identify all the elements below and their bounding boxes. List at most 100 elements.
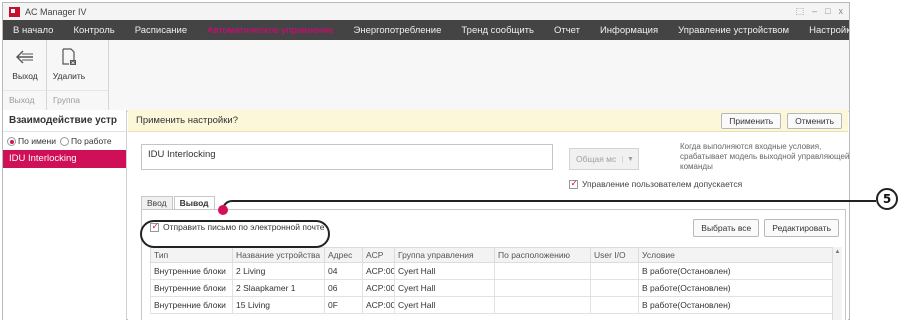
menu-auto-control[interactable]: Автоматическое управление [197, 25, 343, 36]
column-header[interactable]: Условие [638, 247, 833, 263]
column-header[interactable]: User I/O [590, 247, 639, 263]
table-cell: 15 Living [232, 296, 325, 314]
table-cell: Cyert Hall [394, 262, 495, 280]
list-item-idu-interlocking[interactable]: IDU Interlocking [3, 150, 126, 168]
radio-by-name[interactable]: По имени [7, 135, 56, 147]
title-bar: AC Manager IV ⬚ – □ x [3, 3, 849, 20]
menu-schedule[interactable]: Расписание [125, 25, 197, 36]
table-cell: ACP:00 [362, 262, 395, 280]
table-cell: Внутренние блоки [150, 279, 233, 297]
exit-button-label: Выход [12, 71, 38, 81]
delete-doc-icon [61, 45, 77, 69]
name-field[interactable]: IDU Interlocking [141, 144, 553, 170]
app-logo-icon [9, 6, 20, 17]
output-tab-panel: Отправить письмо по электронной почте Вы… [141, 209, 846, 320]
tab-input[interactable]: Ввод [141, 196, 173, 209]
menu-energy[interactable]: Энергопотребление [344, 25, 452, 36]
scroll-up-icon[interactable]: ▲ [833, 247, 842, 257]
table-cell: В работе(Остановлен) [638, 262, 833, 280]
select-all-button[interactable]: Выбрать все [693, 219, 760, 237]
delete-button-label: Удалить [52, 71, 86, 81]
main-panel: Применить настройки? Применить Отменить … [128, 110, 850, 320]
ribbon: Выход Выход Удалить Группа [3, 40, 849, 112]
sort-radio-group: По имени По работе [3, 132, 126, 150]
checkbox-checked-icon [569, 178, 578, 189]
table-cell: 2 Slaapkamer 1 [232, 279, 325, 297]
user-control-checkbox[interactable]: Управление пользователем допускается [569, 178, 743, 189]
app-title: AC Manager IV [25, 6, 87, 17]
close-icon[interactable]: x [839, 6, 844, 17]
table-cell: Cyert Hall [394, 296, 495, 314]
scope-select-value: Общая мс [576, 154, 617, 164]
chevron-down-icon: ▼ [622, 155, 638, 163]
minimize-icon[interactable]: – [812, 6, 817, 17]
menu-device-management[interactable]: Управление устройством [668, 25, 799, 36]
table-cell [590, 296, 639, 314]
table-cell [494, 262, 591, 280]
radio-empty-icon [59, 137, 69, 147]
table-header-row: Тип Название устройства Адрес ACP Группа… [150, 247, 833, 263]
apply-prompt: Применить настройки? [136, 115, 238, 126]
send-mail-label: Отправить письмо по электронной почте [163, 222, 325, 232]
exit-button[interactable]: Выход [7, 45, 43, 90]
delete-button[interactable]: Удалить [51, 45, 87, 90]
restore-icon[interactable]: ⬚ [796, 6, 805, 17]
arrow-left-icon [16, 45, 34, 69]
cancel-button[interactable]: Отменить [787, 112, 842, 129]
table-scrollbar[interactable]: ▲ [832, 247, 842, 320]
left-panel-title: Взаимодействие устр [3, 110, 126, 132]
table-cell [590, 262, 639, 280]
column-header[interactable]: Группа управления [394, 247, 495, 263]
ribbon-group-exit: Выход Выход [3, 40, 47, 111]
apply-bar: Применить настройки? Применить Отменить [128, 110, 848, 132]
menu-information[interactable]: Информация [590, 25, 668, 36]
radio-by-name-label: По имени [18, 135, 56, 146]
column-header[interactable]: Тип [150, 247, 233, 263]
ribbon-group-label: Группа [47, 90, 108, 108]
menu-report[interactable]: Отчет [544, 25, 590, 36]
table-cell: В работе(Остановлен) [638, 296, 833, 314]
table-cell: 06 [324, 279, 363, 297]
callout-number: 5 [876, 188, 898, 210]
menu-control[interactable]: Контроль [63, 25, 124, 36]
radio-selected-icon [7, 137, 16, 147]
menu-trend-report[interactable]: Тренд сообщить [451, 25, 544, 36]
column-header[interactable]: По расположению [494, 247, 591, 263]
table-cell: 04 [324, 262, 363, 280]
table-cell: ACP:00 [362, 296, 395, 314]
main-menu: В начало Контроль Расписание Автоматичес… [3, 20, 849, 40]
table-cell: В работе(Остановлен) [638, 279, 833, 297]
table-row[interactable]: Внутренние блоки 15 Living 0F ACP:00 Cye… [150, 296, 833, 314]
table-cell: Внутренние блоки [150, 296, 233, 314]
tab-output[interactable]: Вывод [173, 196, 215, 209]
checkbox-checked-icon [150, 221, 159, 232]
tab-strip: Ввод Вывод [141, 196, 216, 209]
left-panel: Взаимодействие устр По имени По работе I… [3, 110, 127, 320]
send-mail-checkbox[interactable]: Отправить письмо по электронной почте [150, 219, 324, 235]
device-table: Тип Название устройства Адрес ACP Группа… [150, 247, 833, 314]
scope-select[interactable]: Общая мс ▼ [569, 148, 639, 170]
table-cell [494, 279, 591, 297]
menu-settings[interactable]: Настройки [799, 25, 849, 36]
maximize-icon[interactable]: □ [825, 6, 830, 17]
help-text: Когда выполняются входные условия, сраба… [680, 142, 850, 171]
column-header[interactable]: Адрес [324, 247, 363, 263]
table-row[interactable]: Внутренние блоки 2 Slaapkamer 1 06 ACP:0… [150, 279, 833, 297]
radio-by-work[interactable]: По работе [59, 135, 112, 147]
table-cell: 2 Living [232, 262, 325, 280]
user-control-label: Управление пользователем допускается [582, 179, 743, 189]
apply-button[interactable]: Применить [721, 112, 782, 129]
table-row[interactable]: Внутренние блоки 2 Living 04 ACP:00 Cyer… [150, 262, 833, 280]
table-cell: 0F [324, 296, 363, 314]
menu-home[interactable]: В начало [3, 25, 63, 36]
window-controls: ⬚ – □ x [796, 6, 843, 17]
edit-button[interactable]: Редактировать [764, 219, 839, 237]
table-cell: Внутренние блоки [150, 262, 233, 280]
column-header[interactable]: Название устройства [232, 247, 325, 263]
column-header[interactable]: ACP [362, 247, 395, 263]
table-cell: ACP:00 [362, 279, 395, 297]
ribbon-group-group: Удалить Группа [47, 40, 109, 111]
table-cell [590, 279, 639, 297]
ribbon-group-label: Выход [3, 90, 46, 108]
radio-by-work-label: По работе [70, 135, 112, 146]
